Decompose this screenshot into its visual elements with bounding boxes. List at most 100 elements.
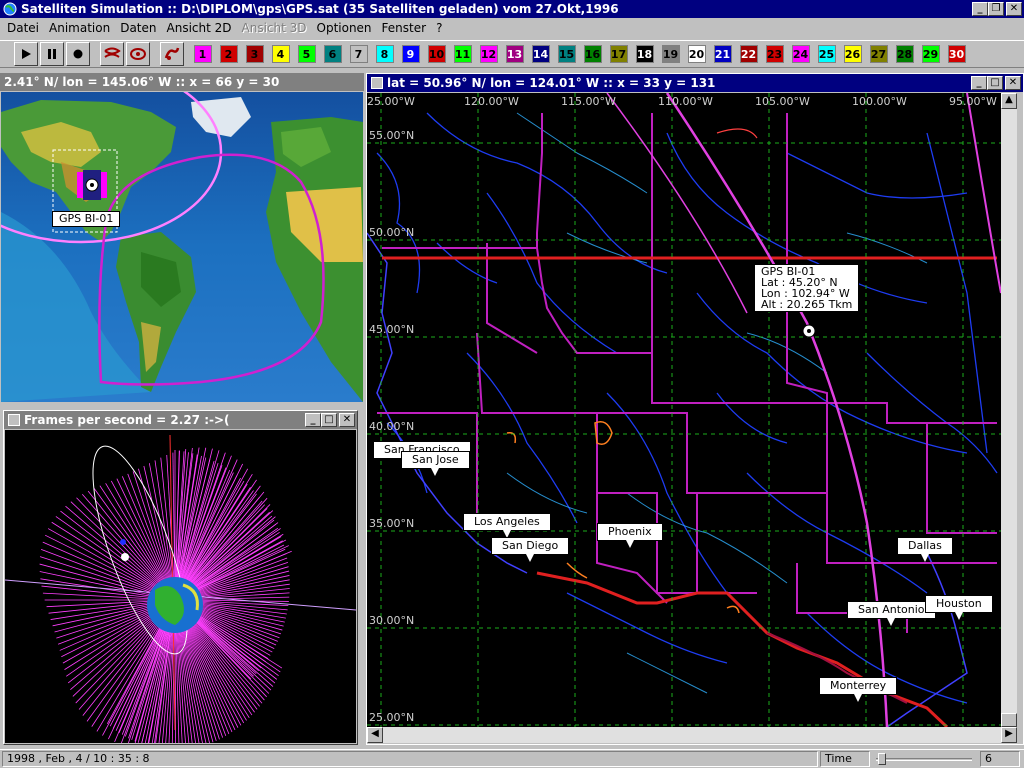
satellite-12-button[interactable]: 12 xyxy=(478,43,499,65)
scroll-right-arrow-icon[interactable]: ▶ xyxy=(1001,727,1017,743)
map-close-button[interactable]: ✕ xyxy=(1005,76,1021,90)
regional-map-viewport[interactable]: 25.00°W 120.00°W 115.00°W 110.00°W 105.00°W 1… xyxy=(367,93,1001,727)
close-button[interactable]: ✕ xyxy=(1006,2,1022,16)
longitude-tick-label: 105.00°W xyxy=(755,95,810,108)
orbit-3d-canvas[interactable] xyxy=(5,430,356,743)
satellite-3-button[interactable]: 3 xyxy=(244,43,265,65)
scroll-left-arrow-icon[interactable]: ◀ xyxy=(367,727,383,743)
satellite-15-button[interactable]: 15 xyxy=(556,43,577,65)
latitude-tick-label: 25.00°N xyxy=(369,711,415,724)
map-vertical-scrollbar[interactable]: ▲ xyxy=(1001,93,1017,727)
satellite-number: 8 xyxy=(375,45,394,63)
menu-ansicht-3d[interactable]: Ansicht 3D xyxy=(237,21,312,35)
minimize-button[interactable]: _ xyxy=(972,2,988,16)
city-label[interactable]: Los Angeles xyxy=(463,513,551,538)
record-button[interactable] xyxy=(66,42,90,66)
satellite-13-button[interactable]: 13 xyxy=(504,43,525,65)
latitude-tick-label: 45.00°N xyxy=(369,323,415,336)
satellite-24-button[interactable]: 24 xyxy=(790,43,811,65)
world-map-title: 2.41° N/ lon = 145.06° W :: x = 66 y = 3… xyxy=(4,75,280,89)
satellite-number: 10 xyxy=(427,45,446,63)
orbit-button[interactable] xyxy=(100,42,124,66)
menu-daten[interactable]: Daten xyxy=(115,21,161,35)
orbit-minimize-button[interactable]: _ xyxy=(305,413,321,427)
city-label[interactable]: Dallas xyxy=(897,537,953,562)
satellite-4-button[interactable]: 4 xyxy=(270,43,291,65)
satellite-16-button[interactable]: 16 xyxy=(582,43,603,65)
menu-animation[interactable]: Animation xyxy=(44,21,115,35)
menu-optionen[interactable]: Optionen xyxy=(312,21,377,35)
regional-map-title: lat = 50.96° N/ lon = 124.01° W :: x = 3… xyxy=(387,76,716,90)
city-label[interactable]: Phoenix xyxy=(597,523,663,548)
footprint-button[interactable] xyxy=(160,42,184,66)
world-map-canvas[interactable] xyxy=(1,92,363,402)
satellite-5-button[interactable]: 5 xyxy=(296,43,317,65)
city-label[interactable]: San Jose xyxy=(401,451,470,476)
time-slider-thumb[interactable] xyxy=(878,753,886,765)
city-label[interactable]: Houston xyxy=(925,595,993,620)
menu-ansicht-2d[interactable]: Ansicht 2D xyxy=(162,21,237,35)
city-label[interactable]: San Diego xyxy=(491,537,570,562)
menu-[interactable]: ? xyxy=(431,21,447,35)
city-label[interactable]: Monterrey xyxy=(819,677,898,702)
toolbar: 1 2 3 4 5 6 7 8 9 10 11 12 13 14 15 16 17 18 19 20 21 22 23 24 2… xyxy=(0,40,1024,68)
restore-button[interactable]: ❐ xyxy=(988,2,1004,16)
time-slider[interactable] xyxy=(872,751,976,767)
footprint-icon xyxy=(164,47,180,60)
satellite-29-button[interactable]: 29 xyxy=(920,43,941,65)
satellite-14-button[interactable]: 14 xyxy=(530,43,551,65)
satellite-position-icon[interactable] xyxy=(802,324,816,338)
satellite-number: 21 xyxy=(713,45,732,63)
regional-map-canvas[interactable] xyxy=(367,93,1001,727)
satellite-9-button[interactable]: 9 xyxy=(400,43,421,65)
regional-system-menu-icon[interactable] xyxy=(371,77,383,89)
menu-datei[interactable]: Datei xyxy=(2,21,44,35)
scroll-up-arrow-icon[interactable]: ▲ xyxy=(1001,93,1017,109)
city-label[interactable]: San Antonio xyxy=(847,601,936,626)
satellite-number: 18 xyxy=(635,45,654,63)
satellite-25-button[interactable]: 25 xyxy=(816,43,837,65)
system-menu-icon[interactable] xyxy=(8,414,20,426)
satellite-number: 7 xyxy=(349,45,368,63)
status-time-value: 6 xyxy=(980,751,1020,767)
map-minimize-button[interactable]: _ xyxy=(971,76,987,90)
satellite-dot xyxy=(120,539,126,545)
satellite-19-button[interactable]: 19 xyxy=(660,43,681,65)
satellite-22-button[interactable]: 22 xyxy=(738,43,759,65)
satellite-number: 11 xyxy=(453,45,472,63)
ground-track-button[interactable] xyxy=(126,42,150,66)
satellite-21-button[interactable]: 21 xyxy=(712,43,733,65)
satellite-26-button[interactable]: 26 xyxy=(842,43,863,65)
satellite-28-button[interactable]: 28 xyxy=(894,43,915,65)
longitude-tick-label: 110.00°W xyxy=(658,95,713,108)
satellite-23-button[interactable]: 23 xyxy=(764,43,785,65)
satellite-11-button[interactable]: 11 xyxy=(452,43,473,65)
satellite-number: 29 xyxy=(921,45,940,63)
orbit-maximize-button[interactable]: □ xyxy=(321,413,337,427)
latitude-tick-label: 50.00°N xyxy=(369,226,415,239)
callout-pointer xyxy=(625,540,634,548)
satellite-number: 30 xyxy=(947,45,966,63)
satellite-number: 1 xyxy=(193,45,212,63)
satellite-1-button[interactable]: 1 xyxy=(192,43,213,65)
map-horizontal-scrollbar[interactable]: ◀ ▶ xyxy=(367,727,1017,743)
satellite-17-button[interactable]: 17 xyxy=(608,43,629,65)
satellite-7-button[interactable]: 7 xyxy=(348,43,369,65)
world-map-titlebar: 2.41° N/ lon = 145.06° W :: x = 66 y = 3… xyxy=(0,73,364,91)
satellite-27-button[interactable]: 27 xyxy=(868,43,889,65)
satellite-8-button[interactable]: 8 xyxy=(374,43,395,65)
play-button[interactable] xyxy=(14,42,38,66)
scroll-thumb-vertical[interactable] xyxy=(1001,713,1017,727)
callout-pointer xyxy=(854,694,863,702)
satellite-20-button[interactable]: 20 xyxy=(686,43,707,65)
longitude-tick-label: 95.00°W xyxy=(949,95,997,108)
pause-button[interactable] xyxy=(40,42,64,66)
satellite-2-button[interactable]: 2 xyxy=(218,43,239,65)
satellite-10-button[interactable]: 10 xyxy=(426,43,447,65)
menu-fenster[interactable]: Fenster xyxy=(377,21,432,35)
orbit-close-button[interactable]: ✕ xyxy=(339,413,355,427)
satellite-30-button[interactable]: 30 xyxy=(946,43,967,65)
map-maximize-button[interactable]: □ xyxy=(987,76,1003,90)
satellite-18-button[interactable]: 18 xyxy=(634,43,655,65)
satellite-6-button[interactable]: 6 xyxy=(322,43,343,65)
